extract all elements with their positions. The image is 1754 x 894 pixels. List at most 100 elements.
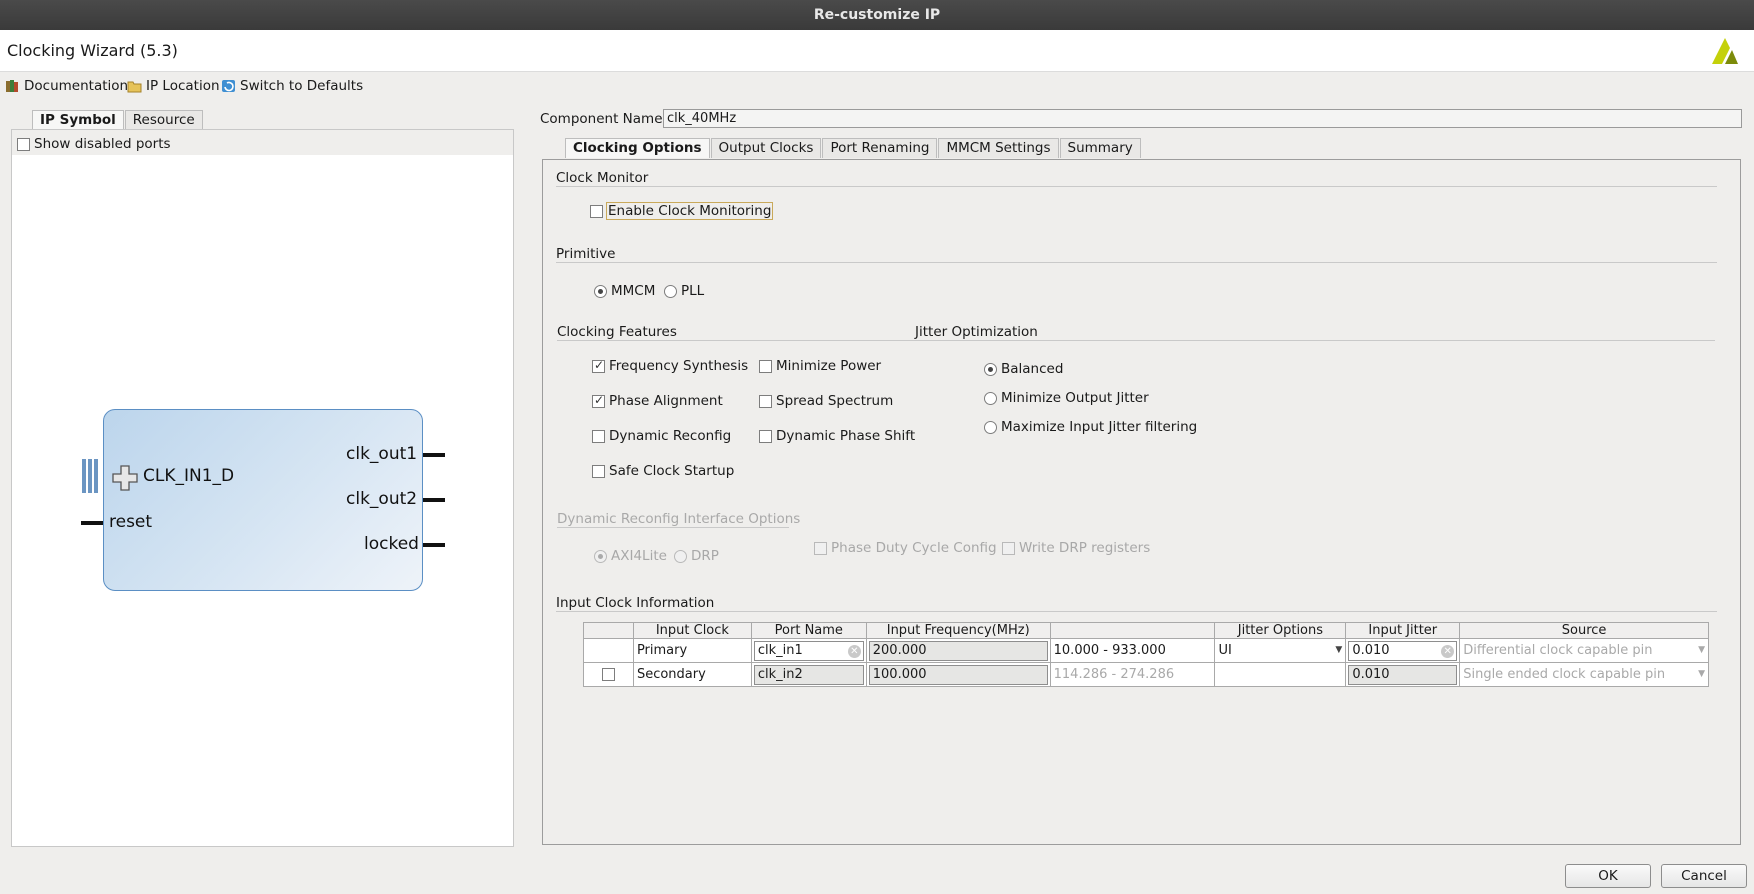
dynamic-reconfig-checkbox[interactable] [592, 429, 605, 443]
dropdown-arrow-icon: ▼ [1698, 669, 1705, 679]
safe-clock-startup-option[interactable]: Safe Clock Startup [592, 463, 734, 479]
balanced-radio[interactable] [984, 362, 997, 376]
clocking-features-separator [557, 340, 927, 341]
ok-button[interactable]: OK [1565, 864, 1651, 888]
clk-out2-pin [423, 498, 445, 502]
phase-alignment-option[interactable]: Phase Alignment [592, 393, 723, 409]
input-clock-info-separator [556, 611, 1717, 612]
tab-summary[interactable]: Summary [1059, 138, 1141, 158]
dynamic-reconfig-option[interactable]: Dynamic Reconfig [592, 428, 731, 444]
dynamic-phase-shift-checkbox[interactable] [759, 429, 772, 443]
primary-source-value: Differential clock capable pin [1463, 643, 1653, 658]
xilinx-logo-icon [1712, 38, 1738, 64]
primary-jitter-input[interactable]: 0.010 ✕ [1348, 640, 1458, 661]
primary-port-input[interactable]: clk_in1 ✕ [753, 640, 864, 661]
minimize-power-checkbox[interactable] [759, 359, 772, 373]
drp-options-title: Dynamic Reconfig Interface Options [557, 511, 801, 527]
pll-radio[interactable] [664, 284, 677, 298]
table-header-input-clock: Input Clock [632, 622, 752, 639]
show-disabled-ports-checkbox[interactable] [17, 137, 30, 151]
component-name-label: Component Name [540, 111, 663, 127]
clear-icon[interactable]: ✕ [1441, 644, 1455, 658]
ip-location-label: IP Location [146, 78, 220, 94]
secondary-enable-checkbox[interactable] [601, 668, 615, 681]
tab-mmcm-settings[interactable]: MMCM Settings [938, 138, 1059, 158]
spread-spectrum-checkbox[interactable] [759, 394, 772, 408]
primary-jitter-options-value: UI [1218, 643, 1232, 658]
enable-clock-monitoring-option[interactable]: Enable Clock Monitoring [590, 202, 774, 220]
config-tab-bar: Clocking Options Output Clocks Port Rena… [565, 138, 1142, 158]
enable-clock-monitoring-checkbox[interactable] [590, 204, 603, 218]
phase-alignment-checkbox[interactable] [592, 393, 605, 408]
cancel-button[interactable]: Cancel [1661, 864, 1747, 888]
phase-duty-cycle-label: Phase Duty Cycle Config [831, 540, 997, 556]
table-header-row: Input Clock Port Name Input Frequency(MH… [583, 622, 1709, 639]
safe-clock-startup-checkbox[interactable] [592, 464, 605, 478]
tab-clocking-options[interactable]: Clocking Options [565, 138, 710, 158]
drp-axi4lite-option: AXI4Lite [594, 548, 667, 564]
primary-name-cell: Primary [632, 638, 752, 663]
switch-to-defaults-button[interactable]: Switch to Defaults [221, 78, 363, 94]
jitter-minimize-output-option[interactable]: Minimize Output Jitter [984, 390, 1149, 406]
show-disabled-ports-option[interactable]: Show disabled ports [17, 136, 171, 152]
frequency-synthesis-option[interactable]: Frequency Synthesis [592, 358, 748, 374]
clk-out1-port-label: clk_out1 [346, 444, 418, 464]
table-header-input-jitter: Input Jitter [1345, 622, 1461, 639]
dialog-header: Clocking Wizard (5.3) [0, 30, 1754, 72]
primary-range-cell: 10.000 - 933.000 [1049, 638, 1216, 663]
tab-resource[interactable]: Resource [124, 110, 203, 130]
tab-port-renaming[interactable]: Port Renaming [822, 138, 938, 158]
jitter-maximize-input-option[interactable]: Maximize Input Jitter filtering [984, 419, 1197, 435]
dropdown-arrow-icon: ▼ [1335, 645, 1343, 655]
jitter-optimization-title: Jitter Optimization [915, 324, 1038, 340]
secondary-jitter-input: 0.010 [1348, 664, 1458, 685]
frequency-synthesis-checkbox[interactable] [592, 358, 605, 373]
dynamic-reconfig-label: Dynamic Reconfig [609, 428, 732, 444]
jitter-balanced-option[interactable]: Balanced [984, 361, 1063, 377]
minimize-power-option[interactable]: Minimize Power [759, 358, 881, 374]
tab-ip-symbol[interactable]: IP Symbol [32, 110, 124, 130]
minimize-output-jitter-radio[interactable] [984, 391, 997, 405]
ip-location-button[interactable]: IP Location [127, 78, 220, 94]
secondary-port-cell: clk_in2 [750, 662, 867, 687]
clk-in1-d-bus-pin [82, 459, 102, 493]
component-name-input[interactable]: clk_40MHz [663, 109, 1742, 128]
window-title: Re-customize IP [813, 7, 941, 23]
mmcm-radio[interactable] [594, 284, 607, 298]
show-disabled-ports-label: Show disabled ports [34, 136, 171, 152]
expand-plus-icon[interactable] [112, 465, 138, 491]
table-header-input-frequency: Input Frequency(MHz) [865, 622, 1051, 639]
maximize-input-jitter-radio[interactable] [984, 420, 997, 434]
primitive-pll-option[interactable]: PLL [664, 283, 704, 299]
primary-freq-cell: 200.000 [865, 638, 1051, 663]
balanced-label: Balanced [1001, 361, 1064, 377]
switch-to-defaults-label: Switch to Defaults [240, 78, 364, 94]
locked-port-label: locked [364, 534, 419, 554]
primitive-title: Primitive [556, 246, 616, 262]
clock-monitor-title: Clock Monitor [556, 170, 649, 186]
table-row: Primary clk_in1 ✕ 200.000 10.000 - 933.00… [583, 638, 1709, 663]
input-clock-table: Input Clock Port Name Input Frequency(MH… [583, 622, 1709, 687]
tab-output-clocks[interactable]: Output Clocks [710, 138, 822, 158]
refresh-icon [222, 80, 235, 92]
write-drp-registers-option: Write DRP registers [1002, 540, 1150, 556]
primary-freq-input[interactable]: 200.000 [868, 640, 1048, 661]
table-header-jitter-options: Jitter Options [1214, 622, 1347, 639]
secondary-jitter-cell: 0.010 [1345, 662, 1461, 687]
primary-select-cell [583, 638, 634, 663]
documentation-button[interactable]: Documentation [5, 78, 128, 94]
secondary-range-cell: 114.286 - 274.286 [1049, 662, 1216, 687]
primitive-mmcm-option[interactable]: MMCM [594, 283, 655, 299]
dynamic-phase-shift-option[interactable]: Dynamic Phase Shift [759, 428, 915, 444]
secondary-select-cell [583, 662, 634, 687]
left-tab-bar: IP Symbol Resource [32, 110, 204, 130]
clear-icon[interactable]: ✕ [847, 644, 861, 658]
drp-drp-option: DRP [674, 548, 719, 564]
books-icon [6, 80, 18, 92]
wizard-title: Clocking Wizard (5.3) [7, 41, 178, 60]
spread-spectrum-option[interactable]: Spread Spectrum [759, 393, 893, 409]
reset-pin [81, 521, 103, 525]
primary-jitter-options-select[interactable]: UI ▼ [1214, 638, 1347, 663]
primitive-separator [556, 262, 1717, 263]
documentation-label: Documentation [24, 78, 129, 94]
